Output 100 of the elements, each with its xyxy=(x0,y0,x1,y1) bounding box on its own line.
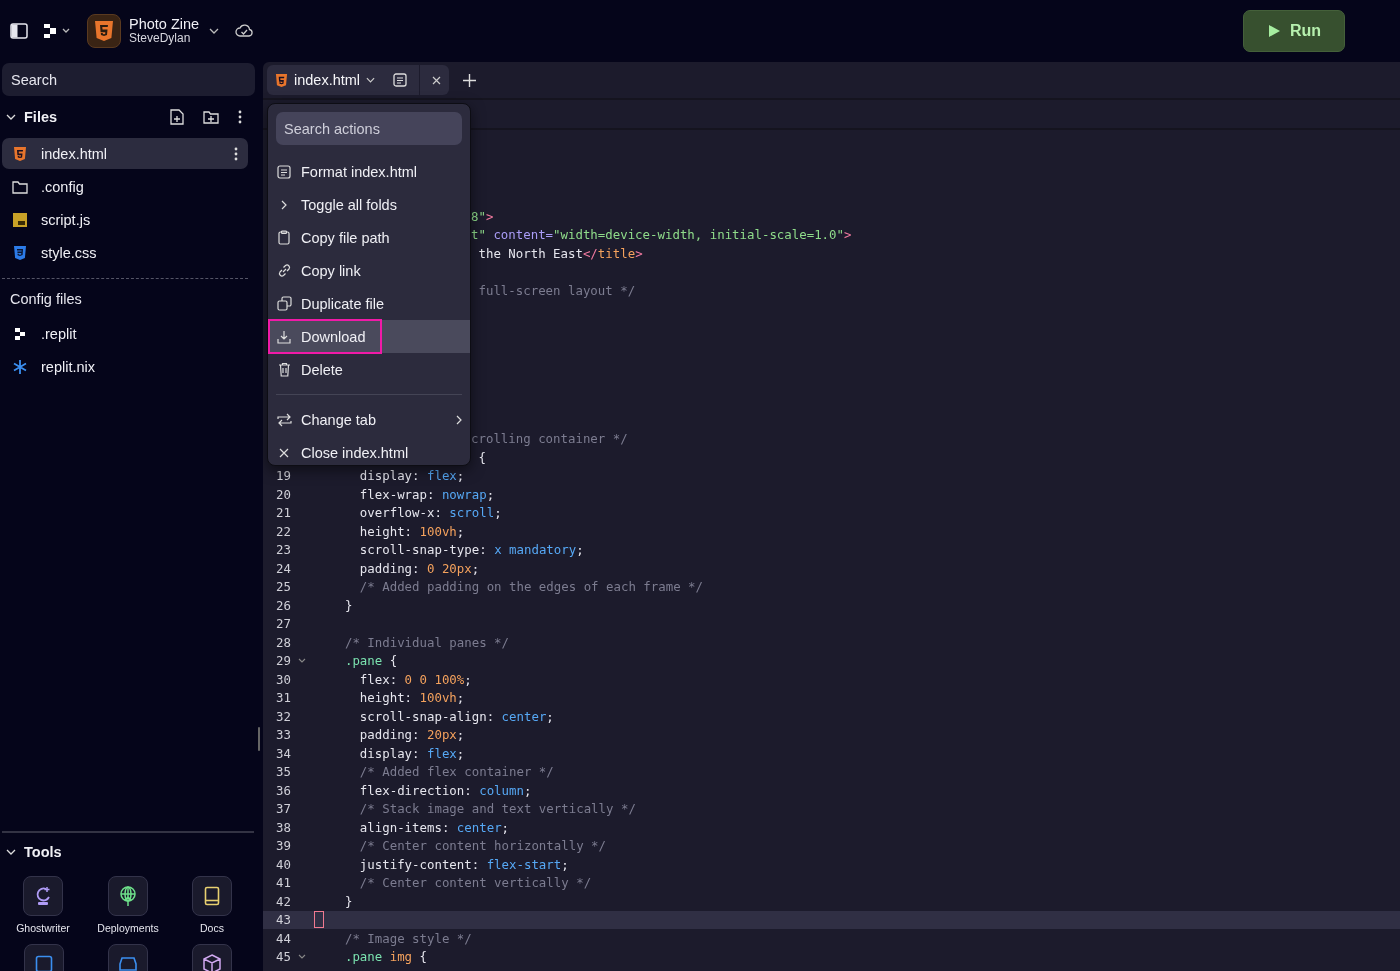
code-line: /* Stack image and text vertically */ xyxy=(358,801,636,817)
line-number: 22 xyxy=(276,523,291,539)
js-file-icon xyxy=(12,212,28,227)
fold-chevron-icon[interactable] xyxy=(298,658,306,664)
line-number: 20 xyxy=(276,486,291,502)
chevron-down-icon[interactable] xyxy=(366,77,376,83)
search-field[interactable]: Search actions xyxy=(276,112,462,145)
menu-item[interactable]: Download xyxy=(268,320,470,353)
replit-file-icon xyxy=(12,326,28,341)
menu-item[interactable]: Delete xyxy=(268,353,470,386)
line-number: 39 xyxy=(276,838,291,854)
replit-logo-icon[interactable] xyxy=(43,23,71,39)
chevron-down-icon[interactable] xyxy=(209,28,220,34)
file-item[interactable]: index.html xyxy=(2,138,248,169)
code-line: full-screen layout */ xyxy=(477,282,636,298)
more-icon[interactable] xyxy=(234,146,238,161)
file-item[interactable]: .replit xyxy=(2,318,248,349)
line-number: 28 xyxy=(276,634,291,650)
file-tab[interactable]: index.html xyxy=(267,65,450,95)
line-number: 34 xyxy=(276,745,291,761)
project-owner: SteveDylan xyxy=(129,32,192,47)
menu-item[interactable]: Change tab xyxy=(268,403,470,436)
cloud-check-icon[interactable] xyxy=(235,24,254,38)
code-line: } xyxy=(343,597,353,613)
code-line: scroll-snap-type: x mandatory; xyxy=(358,542,584,558)
line-number: 45 xyxy=(276,949,291,965)
css-file-icon xyxy=(12,244,28,261)
line-number: 44 xyxy=(276,930,291,946)
section-title: Config files xyxy=(9,290,83,309)
menu-item[interactable]: Toggle all folds xyxy=(268,188,470,221)
tool-label: Ghostwriter xyxy=(16,922,70,934)
menu-item[interactable]: Duplicate file xyxy=(268,287,470,320)
fold-chevron-icon[interactable] xyxy=(298,954,306,960)
code-line: flex-direction: column; xyxy=(358,782,532,798)
code-line: /* Image style */ xyxy=(343,930,472,946)
chevron-down-icon[interactable] xyxy=(6,849,16,855)
duplicate-icon xyxy=(276,296,292,311)
line-number: 35 xyxy=(276,764,291,780)
tool-label: Deployments xyxy=(97,922,159,934)
code-line: /* Added flex container */ xyxy=(358,764,554,780)
line-number: 36 xyxy=(276,782,291,798)
section-title: Tools xyxy=(24,844,62,860)
tool-tile[interactable] xyxy=(108,876,148,916)
line-number: 42 xyxy=(276,893,291,909)
file-item[interactable]: replit.nix xyxy=(2,351,248,382)
globe-upload-icon xyxy=(118,885,138,907)
add-tab-icon[interactable] xyxy=(463,73,477,87)
line-number: 26 xyxy=(276,597,291,613)
code-line: overflow-x: scroll; xyxy=(358,505,502,521)
code-line: /* Added padding on the edges of each frame */ xyxy=(358,579,703,595)
menu-item[interactable]: Copy file path xyxy=(268,221,470,254)
menu-item[interactable]: Copy link xyxy=(268,254,470,287)
project-name: Photo Zine xyxy=(129,15,200,33)
book-icon xyxy=(204,886,220,906)
menu-item[interactable]: Close index.html xyxy=(268,436,470,469)
menu-item[interactable]: Format index.html xyxy=(268,155,470,188)
ghostwriter-icon xyxy=(34,885,52,907)
close-icon xyxy=(279,447,289,458)
line-number: 32 xyxy=(276,708,291,724)
search-field[interactable]: Search xyxy=(2,63,255,96)
code-line: 8"> xyxy=(471,208,494,224)
more-icon[interactable] xyxy=(238,110,242,124)
file-item[interactable]: .config xyxy=(2,171,248,202)
code-line: .pane img { xyxy=(343,949,427,965)
code-line: the North East</title> xyxy=(477,245,643,261)
line-number: 21 xyxy=(276,505,291,521)
file-item[interactable]: style.css xyxy=(2,237,248,268)
code-line: display: flex; xyxy=(358,745,465,761)
download-icon xyxy=(277,329,291,344)
code-line: } xyxy=(343,893,353,909)
line-number: 24 xyxy=(276,560,291,576)
tool-tile[interactable] xyxy=(192,876,232,916)
html-file-icon xyxy=(12,145,28,162)
cube-icon xyxy=(203,954,221,971)
code-line: /* Center content vertically */ xyxy=(358,875,592,891)
document-icon[interactable] xyxy=(393,73,408,87)
chevron-down-icon[interactable] xyxy=(6,114,16,120)
code-line: flex: 0 0 100%; xyxy=(358,671,472,687)
code-line: { xyxy=(477,449,486,465)
app-icon[interactable] xyxy=(87,14,121,48)
clipboard-icon xyxy=(278,230,290,245)
tool-label: Docs xyxy=(200,922,224,934)
run-button[interactable]: Run xyxy=(1243,10,1345,52)
resize-handle[interactable] xyxy=(258,727,260,751)
snowflake-icon xyxy=(12,358,28,375)
code-line: justify-content: flex-start; xyxy=(358,856,569,872)
line-number: 19 xyxy=(276,468,291,484)
new-file-icon[interactable] xyxy=(170,109,184,125)
tool-tile[interactable] xyxy=(23,876,63,916)
line-number: 31 xyxy=(276,690,291,706)
close-icon[interactable] xyxy=(432,75,442,85)
line-number: 25 xyxy=(276,579,291,595)
new-folder-icon[interactable] xyxy=(203,110,219,124)
code-line: .pane { xyxy=(343,653,398,669)
section-title: Files xyxy=(24,109,58,125)
line-number: 41 xyxy=(276,875,291,891)
line-number: 43 xyxy=(276,912,291,928)
sidebar-toggle-icon[interactable] xyxy=(10,23,28,39)
code-line: /* Individual panes */ xyxy=(343,634,510,650)
file-item[interactable]: script.js xyxy=(2,204,248,235)
